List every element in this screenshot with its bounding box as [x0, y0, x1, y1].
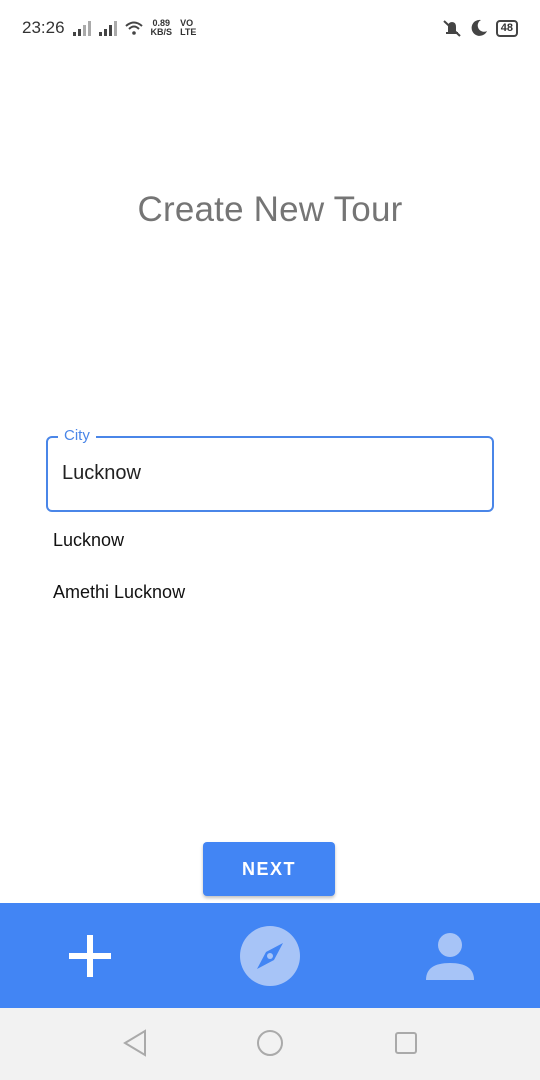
home-button[interactable]	[256, 1028, 284, 1063]
signal-icon-2	[98, 20, 117, 36]
status-left: 23:26 0.89 KB/S VO LTE	[22, 18, 196, 38]
suggestion-item[interactable]: Lucknow	[53, 530, 124, 551]
volte-bottom: LTE	[180, 27, 197, 37]
explore-button[interactable]	[220, 903, 320, 1008]
status-right: 48	[442, 19, 518, 37]
city-field-label: City	[58, 427, 96, 444]
suggestion-item[interactable]: Amethi Lucknow	[53, 582, 185, 603]
network-speed: 0.89 KB/S	[151, 19, 173, 37]
silent-icon	[442, 19, 462, 37]
battery-icon: 48	[495, 19, 518, 37]
back-button[interactable]	[122, 1028, 148, 1063]
home-circle-icon	[257, 1030, 283, 1056]
plus-icon	[69, 934, 111, 977]
city-input[interactable]	[62, 462, 462, 485]
recents-square-icon	[395, 1032, 417, 1054]
signal-icon	[72, 20, 91, 36]
status-bar: 23:26 0.89 KB/S VO LTE 48	[0, 0, 540, 56]
back-triangle-icon	[123, 1029, 146, 1057]
moon-icon	[470, 19, 488, 37]
person-icon	[426, 932, 474, 980]
bottom-nav	[0, 903, 540, 1008]
wifi-icon	[124, 21, 143, 35]
compass-icon	[240, 925, 300, 986]
volte-indicator: VO LTE	[180, 19, 196, 37]
recents-button[interactable]	[393, 1028, 419, 1063]
status-time: 23:26	[22, 18, 65, 37]
next-button[interactable]: NEXT	[203, 842, 335, 896]
system-nav-bar	[0, 1008, 540, 1080]
city-field[interactable]: City	[46, 427, 494, 512]
profile-button[interactable]	[400, 903, 500, 1008]
add-tour-button[interactable]	[40, 903, 140, 1008]
network-speed-unit: KB/S	[150, 27, 173, 37]
page-title: Create New Tour	[137, 190, 403, 229]
